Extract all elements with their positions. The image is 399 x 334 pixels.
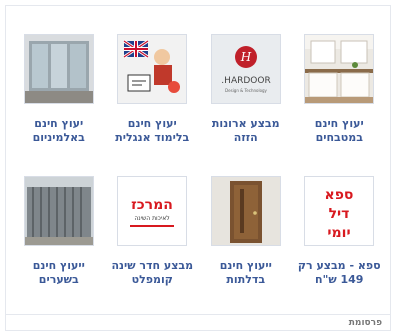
spa-logo-line-1: ספא (325, 187, 354, 203)
ad-kitchen[interactable]: יעוץ חינם במטבחים (293, 34, 387, 152)
sponsored-label: פרסומת (348, 318, 382, 328)
ad-doors[interactable]: ייעוץ חינם בדלתות (199, 176, 293, 294)
hamerkaz-logo-text: המרכז (131, 197, 173, 213)
gate-photo[interactable] (23, 176, 94, 246)
ads-grid: יעוץ חינם במטבחים H HARDOOR. Design & Te… (12, 34, 386, 294)
ad-label[interactable]: מבצע חדר שינה קומפלט (109, 259, 195, 287)
spa-logo-line-3: יומי (328, 225, 351, 241)
ad-label[interactable]: ספא - מבצע רק 149 ש"ח (296, 259, 382, 287)
ad-aluminium[interactable]: יעוץ חינם באלמיניום (12, 34, 106, 152)
ads-footer: פרסומת (6, 314, 390, 332)
ad-label[interactable]: יעוץ חינם במטבחים (296, 117, 382, 145)
spa-logo-line-2: דיל (329, 206, 350, 222)
ad-label[interactable]: יעוץ חינם בלימוד אנגלית (109, 117, 195, 145)
hardoor-logo-sub: Design & Technology (225, 88, 268, 93)
ad-english[interactable]: יעוץ חינם בלימוד אנגלית (106, 34, 200, 152)
hardoor-logo-text: HARDOOR. (221, 76, 270, 86)
ad-spa[interactable]: ספא דיל יומי ספא - מבצע רק 149 ש"ח (293, 176, 387, 294)
ad-gates[interactable]: ייעוץ חינם בשערים (12, 176, 106, 294)
ad-label[interactable]: יעוץ חינם באלמיניום (16, 117, 102, 145)
ad-label[interactable]: מבצע ארונות הזזה (203, 117, 289, 145)
aluminium-window-photo[interactable] (23, 34, 94, 104)
kitchen-photo[interactable] (304, 34, 375, 104)
ads-widget: יעוץ חינם במטבחים H HARDOOR. Design & Te… (5, 5, 391, 331)
hardoor-logo[interactable]: H HARDOOR. Design & Technology (210, 34, 281, 104)
spa-deal-logo[interactable]: ספא דיל יומי (304, 176, 375, 246)
ad-label[interactable]: ייעוץ חינם בדלתות (203, 259, 289, 287)
ad-bedroom[interactable]: המרכז לאיכות השינה מבצע חדר שינה קומפלט (106, 176, 200, 294)
hamerkaz-logo[interactable]: המרכז לאיכות השינה (117, 176, 188, 246)
english-learning-illustration[interactable] (117, 34, 188, 104)
hamerkaz-logo-sub: לאיכות השינה (135, 215, 170, 222)
door-photo[interactable] (210, 176, 281, 246)
ad-label[interactable]: ייעוץ חינם בשערים (16, 259, 102, 287)
ad-sliding-closets[interactable]: H HARDOOR. Design & Technology מבצע ארונ… (199, 34, 293, 152)
svg-text:H: H (240, 50, 252, 64)
